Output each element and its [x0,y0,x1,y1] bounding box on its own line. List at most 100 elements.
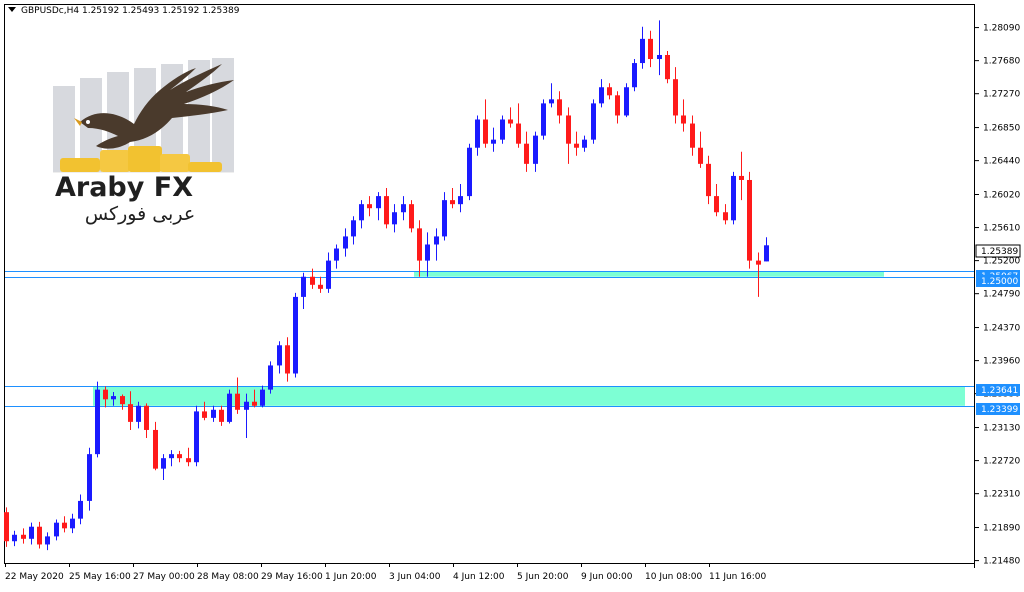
price-tick-label: 1.26440 [983,157,1020,167]
candle-body [293,296,298,374]
candle-body [698,147,703,164]
candle-body [690,123,695,148]
candle-body [549,99,554,104]
price-tick-label: 1.23960 [983,357,1020,367]
candle-body [673,79,678,116]
candle-body [177,454,182,459]
candle-body [392,212,397,225]
level-1-tag: 1.25000 [976,275,1020,287]
time-tick-label: 28 May 08:00 [197,572,259,582]
candle-body [343,236,348,249]
candle-body [648,38,653,60]
candle-body [37,526,42,545]
zone-bottom-tag: 1.23399 [976,403,1020,415]
support-zone-1 [93,386,965,406]
candle-body [508,119,513,124]
chart-window[interactable]: Araby FX عربى فوركس 1.28090 1.27680 1.2727… [0,0,1024,588]
candle-body [681,115,686,124]
zone-top-tag: 1.23641 [976,384,1020,396]
ohlc-values: 1.25192 1.25493 1.25192 1.25389 [81,6,240,16]
candle-body [756,260,761,265]
candle-body [260,389,265,406]
candle-body [87,454,92,501]
candle-body [665,54,670,80]
candle-body [244,401,249,410]
candle-body [739,175,744,180]
candle-body [277,345,282,366]
candle-body [541,103,546,136]
candle-body [95,389,100,455]
candle-body [582,139,587,148]
candle-body [706,163,711,197]
time-tick-label: 25 May 16:00 [69,572,131,582]
price-tick-label: 1.27680 [983,57,1020,67]
price-tick-label: 1.22310 [983,490,1020,500]
candle-body [144,405,149,430]
price-tick-label: 1.26850 [983,124,1020,134]
time-tick-label: 4 Jun 12:00 [453,572,505,582]
candle-body [409,204,414,229]
candle-body [186,458,191,463]
candle-body [574,143,579,148]
candle-body [516,123,521,144]
candle-body [657,54,662,60]
candle-body [384,196,389,225]
candle-body [615,95,620,116]
chart-header: GBPUSDc,H4 1.25192 1.25493 1.25192 1.253… [8,6,239,16]
candle-body [524,143,529,164]
candle-body [202,411,207,418]
candle-body [731,175,736,221]
candle-body [376,196,381,209]
time-tick-label: 9 Jun 00:00 [581,572,633,582]
candle-body [591,103,596,140]
candle-body [533,135,538,164]
svg-text:1.23399: 1.23399 [981,405,1018,415]
candle-body [557,99,562,116]
candle-body [434,236,439,245]
price-tick-label: 1.27270 [983,90,1020,100]
candle-body [714,196,719,213]
candle-body [70,518,75,529]
candle-body [235,393,240,410]
candle-body [425,244,430,261]
candle-body [54,522,59,537]
time-tick-label: 1 Jun 20:00 [325,572,377,582]
price-axis: 1.28090 1.27680 1.27270 1.26850 1.26440 1.260… [975,24,1020,567]
candle-body [632,63,637,88]
time-tick-label: 11 Jun 16:00 [709,572,766,582]
candle-body [500,119,505,140]
price-chart[interactable]: Araby FX عربى فوركس 1.28090 1.27680 1.2727… [0,0,1024,588]
time-tick-label: 3 Jun 04:00 [389,572,441,582]
candle-body [747,179,752,261]
candle-body [12,534,17,542]
candle-body [359,204,364,221]
candle-body [268,365,273,390]
candle-body [111,396,116,400]
candle-body [450,200,455,205]
candle-body [599,87,604,104]
price-tick-label: 1.25610 [983,224,1020,234]
candle-body [458,196,463,205]
candle-body [4,512,9,542]
candle-body [103,389,108,400]
candle-body [483,119,488,144]
candle-body [417,228,422,261]
logo-arabic-text: عربى فوركس [85,203,195,225]
candle-body [211,409,216,418]
price-tick-label: 1.21480 [983,557,1020,567]
price-tick-label: 1.22720 [983,457,1020,467]
time-tick-label: 29 May 16:00 [261,572,323,582]
price-tick-label: 1.23130 [983,424,1020,434]
candle-body [227,393,232,422]
candle-body [45,536,50,545]
current-price-tag: 1.25389 [975,244,1021,258]
candle-body [62,522,67,529]
candle-body [153,429,158,469]
time-tick-label: 5 Jun 20:00 [517,572,569,582]
candle-body [120,396,125,405]
candle-body [161,458,166,469]
dropdown-triangle-icon[interactable] [8,7,16,12]
price-tick-label: 1.21890 [983,524,1020,534]
candle-body [607,87,612,96]
time-tick-label: 27 May 00:00 [133,572,195,582]
